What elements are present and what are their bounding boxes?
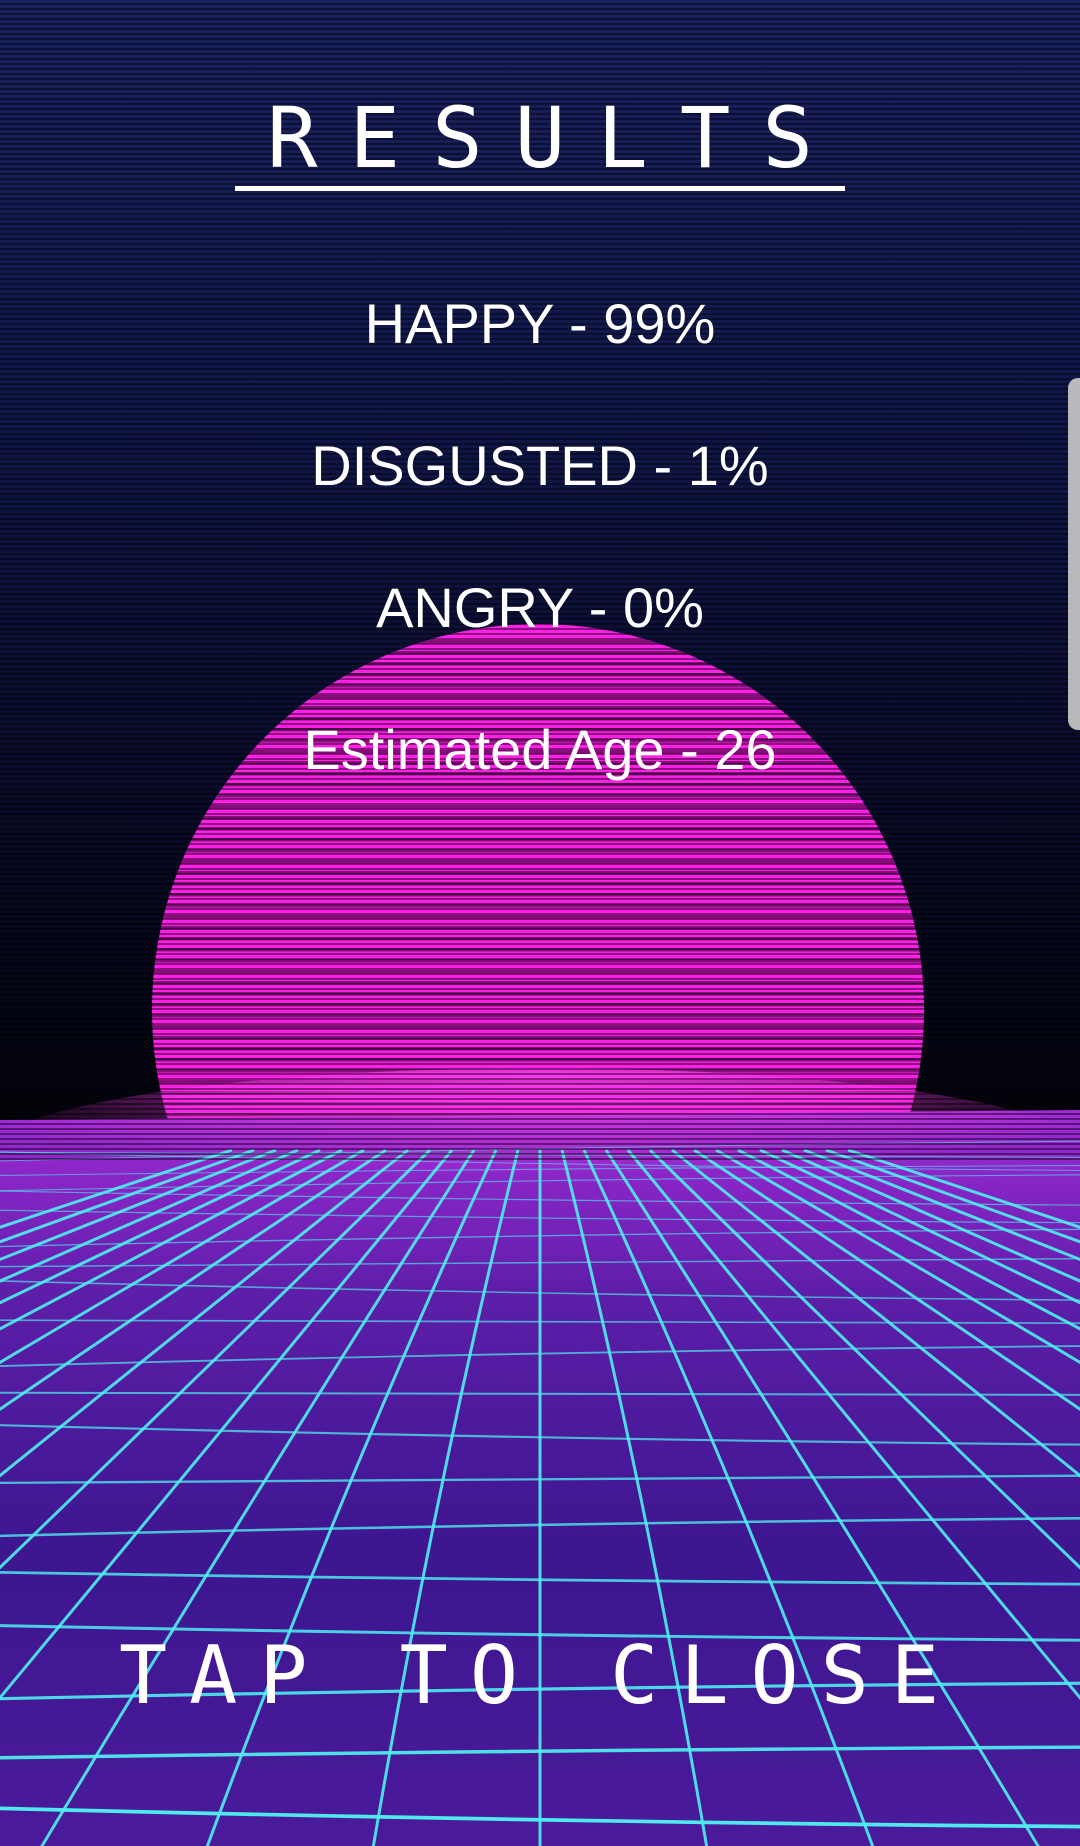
tap-to-close-button[interactable]: TAP TO CLOSE <box>0 1636 1080 1716</box>
results-title-text: RESULTS <box>234 96 845 191</box>
result-estimated-age: Estimated Age - 26 <box>303 718 777 781</box>
edge-panel-handle[interactable] <box>1068 378 1080 730</box>
synthwave-background <box>0 624 1080 1846</box>
result-angry: ANGRY - 0% <box>376 576 704 639</box>
results-title: RESULTS <box>0 96 1080 191</box>
result-happy: HAPPY - 99% <box>364 292 716 355</box>
grid-ground <box>0 1068 1080 1846</box>
results-screen[interactable]: RESULTS HAPPY - 99% DISGUSTED - 1% ANGRY… <box>0 0 1080 1846</box>
result-disgusted: DISGUSTED - 1% <box>311 434 769 497</box>
